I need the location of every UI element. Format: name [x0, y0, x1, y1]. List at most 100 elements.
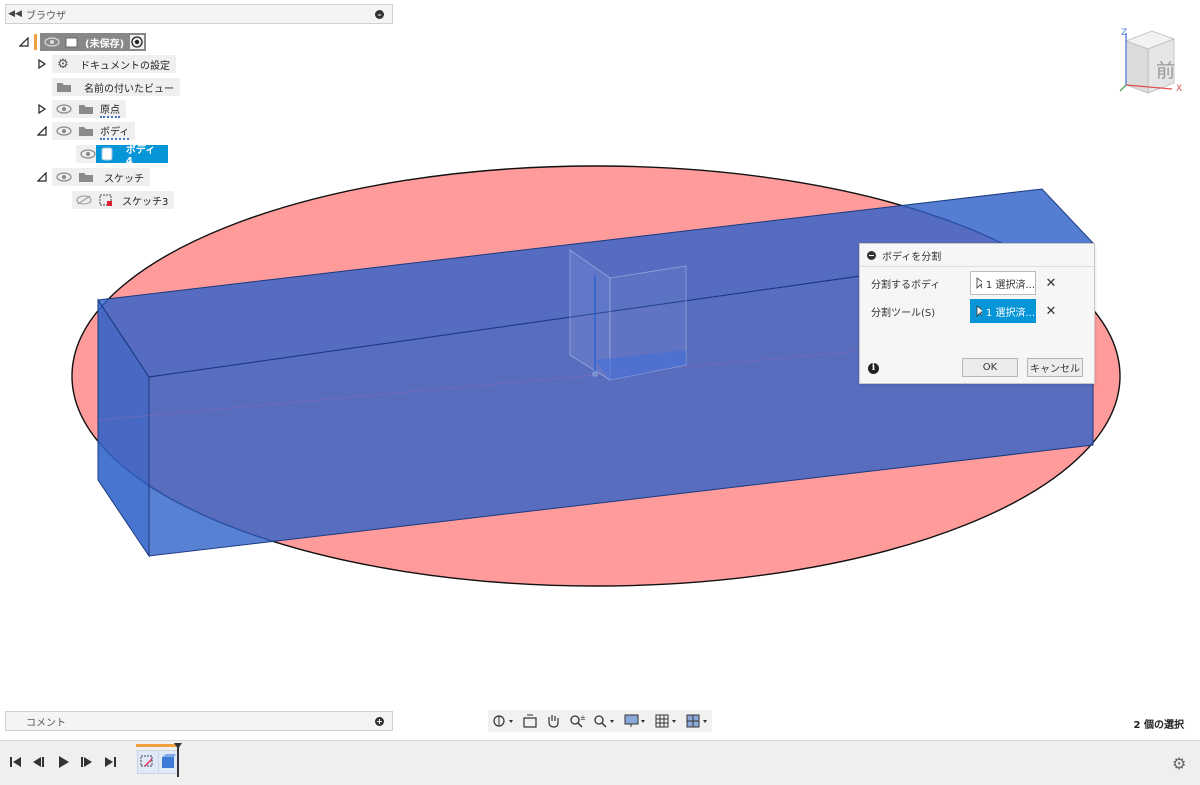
folder-icon	[79, 173, 93, 182]
eye-icon[interactable]	[56, 104, 72, 114]
eye-icon[interactable]	[56, 172, 72, 182]
axis-x-label: X	[1176, 84, 1182, 94]
view-cube-face: 前	[1156, 60, 1175, 82]
selection-status: 2 個の選択	[1133, 720, 1184, 731]
pan-icon[interactable]	[546, 714, 560, 728]
next-icon[interactable]	[79, 755, 93, 772]
browser-panel-header[interactable]: ◀◀ ブラウザ –	[5, 4, 393, 24]
splitting-tool-select-button[interactable]: 1 選択済...	[970, 299, 1036, 323]
timeline-marker[interactable]	[177, 745, 179, 777]
tree-root-row[interactable]: (未保存)	[18, 33, 147, 51]
sketches-folder-item[interactable]: スケッチ	[52, 168, 150, 186]
root-component[interactable]: (未保存)	[40, 33, 147, 51]
collapsed-triangle-icon[interactable]	[36, 103, 48, 115]
last-icon[interactable]	[103, 755, 117, 772]
gear-icon: ⚙	[57, 56, 69, 72]
timeline-sketch-feature[interactable]	[137, 750, 159, 774]
clear-body-selection-icon[interactable]: ✕	[1036, 276, 1066, 291]
first-icon[interactable]	[9, 755, 23, 772]
tree-row-sketch3[interactable]: スケッチ3	[68, 191, 175, 209]
body4-visibility[interactable]	[76, 145, 96, 163]
eye-icon[interactable]	[56, 126, 72, 136]
previous-icon[interactable]	[32, 755, 46, 772]
body-to-split-row: 分割するボディ 1 選択済... ✕	[860, 270, 1094, 296]
sketch-feature-icon	[140, 755, 153, 767]
origin-item[interactable]: 原点	[52, 100, 126, 118]
folder-icon	[79, 127, 93, 136]
named-views-item[interactable]: 名前の付いたビュー	[52, 78, 180, 96]
dialog-header[interactable]: ボディを分割	[860, 244, 1094, 267]
body4-label: ボディ4	[125, 145, 156, 167]
look-at-icon[interactable]	[523, 714, 537, 728]
tree-row-named-views[interactable]: 名前の付いたビュー	[36, 78, 180, 96]
document-settings-item[interactable]: ⚙ ドキュメントの設定	[52, 55, 176, 73]
dialog-collapse-icon[interactable]	[867, 250, 876, 260]
timeline-marker-head[interactable]	[174, 743, 182, 749]
sketch3-label: スケッチ3	[122, 196, 169, 208]
add-comment-icon[interactable]: +	[375, 716, 384, 726]
ok-button[interactable]: OK	[962, 358, 1018, 377]
splitting-tool-label: 分割ツール(S)	[871, 307, 936, 319]
sketch-icon	[99, 194, 112, 206]
panel-minimize-icon[interactable]: –	[375, 9, 384, 19]
tree-row-document-settings[interactable]: ⚙ ドキュメントの設定	[36, 55, 176, 73]
svg-text:±: ±	[580, 714, 585, 722]
orbit-icon[interactable]	[492, 714, 514, 728]
bodies-folder-item[interactable]: ボディ	[52, 122, 136, 140]
display-icon[interactable]	[624, 714, 646, 728]
sketches-label: スケッチ	[104, 173, 144, 185]
body-to-split-selection-text: 1 選択済...	[985, 279, 1035, 291]
eye-icon[interactable]	[44, 37, 60, 47]
splitting-tool-row: 分割ツール(S) 1 選択済... ✕	[860, 298, 1094, 324]
named-views-label: 名前の付いたビュー	[84, 83, 174, 95]
cursor-arrow-icon	[976, 277, 982, 289]
bodies-label: ボディ	[100, 123, 130, 140]
tree-row-bodies[interactable]: ボディ	[36, 122, 136, 140]
expanded-triangle-icon[interactable]	[36, 171, 48, 183]
eye-hidden-icon[interactable]	[76, 195, 92, 205]
tree-row-origin[interactable]: 原点	[36, 100, 126, 118]
view-cube[interactable]: 前 Z X	[1112, 27, 1190, 99]
browser-title: ブラウザ	[26, 10, 66, 22]
body4-item[interactable]: ボディ4	[96, 145, 168, 167]
sketch3-item[interactable]: スケッチ3	[72, 191, 175, 209]
collapsed-triangle-icon[interactable]	[36, 81, 48, 93]
comments-panel-header[interactable]: コメント +	[5, 711, 393, 731]
expanded-triangle-icon[interactable]	[36, 125, 48, 137]
split-body-feature-icon	[162, 754, 176, 768]
splitting-tool-selection-text: 1 選択済...	[985, 307, 1035, 319]
cancel-button[interactable]: キャンセル	[1027, 358, 1083, 377]
axis-z-label: Z	[1121, 28, 1127, 38]
component-icon	[65, 37, 78, 48]
split-body-dialog[interactable]: ボディを分割 分割するボディ 1 選択済... ✕ 分割ツール(S) 1 選択済…	[859, 243, 1095, 384]
active-indicator	[34, 34, 37, 50]
play-icon[interactable]	[57, 755, 71, 772]
timeline-bar: ⚙	[0, 740, 1200, 785]
collapse-panel-icon[interactable]: ◀◀	[6, 9, 24, 19]
viewports-icon[interactable]	[686, 714, 708, 728]
fit-icon[interactable]	[593, 714, 615, 728]
body-to-split-label: 分割するボディ	[871, 279, 941, 291]
tree-row-body4[interactable]: ボディ4	[72, 145, 168, 167]
clear-tool-selection-icon[interactable]: ✕	[1036, 304, 1066, 319]
collapsed-triangle-icon[interactable]	[36, 58, 48, 70]
eye-icon[interactable]	[80, 149, 96, 159]
cursor-arrow-icon	[976, 305, 982, 317]
timeline-active-range	[136, 744, 176, 747]
tree-row-sketches[interactable]: スケッチ	[36, 168, 150, 186]
body-icon	[101, 147, 113, 161]
folder-icon	[57, 83, 71, 92]
expanded-triangle-icon[interactable]	[18, 36, 30, 48]
origin-label: 原点	[100, 101, 120, 118]
activate-radio-icon[interactable]	[130, 35, 145, 49]
comments-title: コメント	[26, 717, 66, 729]
zoom-icon[interactable]: ±	[569, 714, 585, 728]
settings-icon[interactable]: ⚙	[1172, 754, 1186, 773]
grid-icon[interactable]	[655, 714, 677, 728]
timeline-split-feature[interactable]	[158, 750, 178, 774]
root-label: (未保存)	[85, 38, 125, 50]
dialog-title: ボディを分割	[882, 251, 942, 263]
folder-icon	[79, 105, 93, 114]
info-icon[interactable]: i	[868, 362, 879, 374]
body-to-split-select-button[interactable]: 1 選択済...	[970, 271, 1036, 295]
